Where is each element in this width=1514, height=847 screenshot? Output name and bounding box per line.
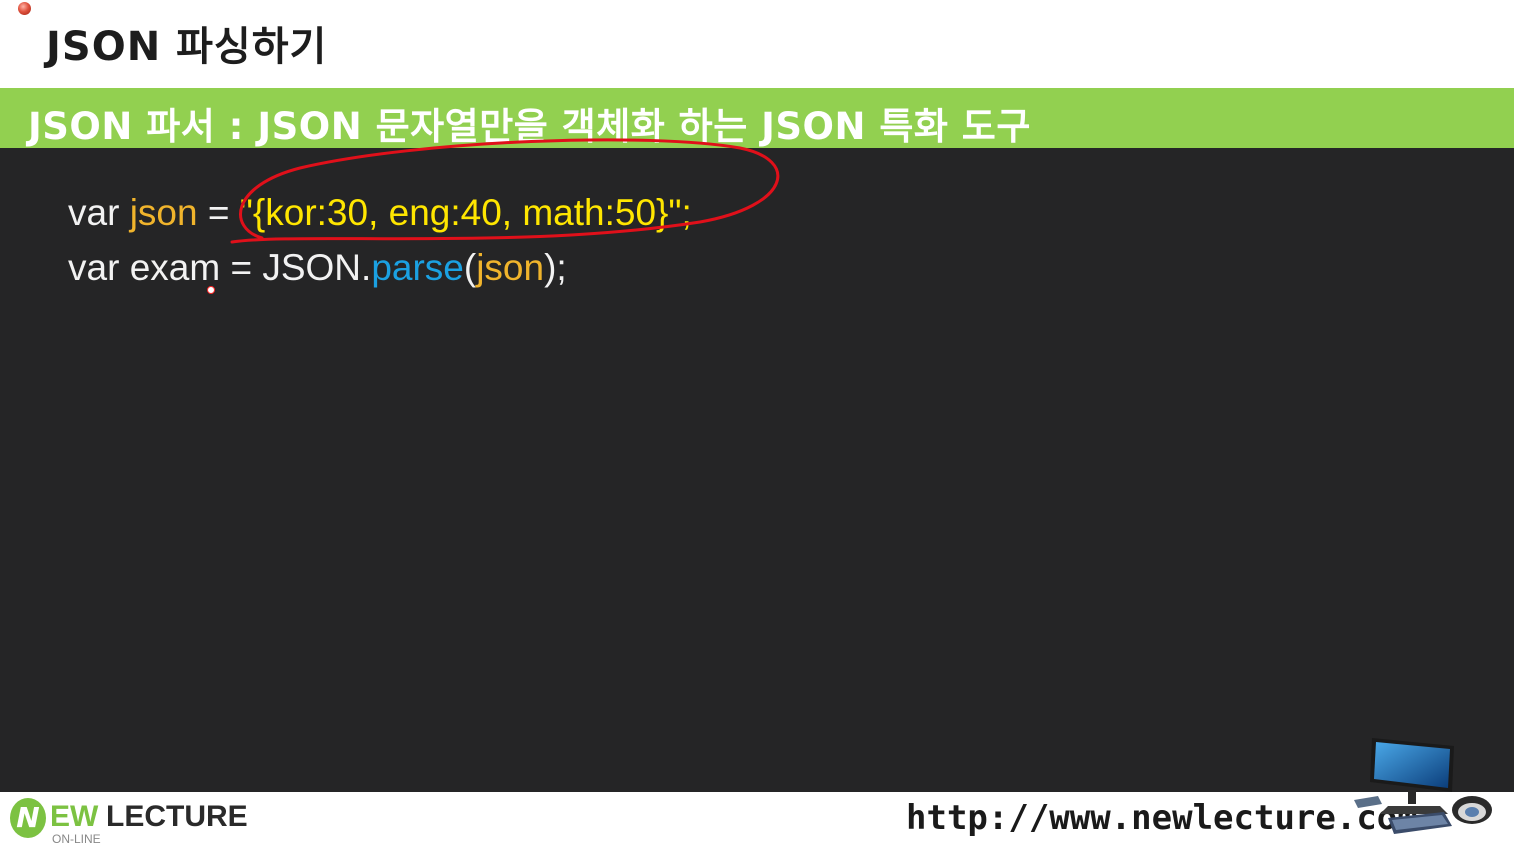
identifier-exam: exam <box>129 247 221 288</box>
keyword-var: var <box>68 247 120 288</box>
code-line-1: var json = "{kor:30, eng:40, math:50}"; <box>68 192 692 234</box>
code-line-2: var exam = JSON.parse(json); <box>68 247 567 289</box>
computer-illustration-icon <box>1354 738 1492 834</box>
footer: N EW LECTURE ON-LINE http://www.newlectu… <box>0 792 1514 847</box>
operator-assign: = <box>230 247 253 288</box>
operator-assign: = <box>207 192 230 233</box>
slide-subtitle: JSON 파서 : JSON 문자열만을 객체화 하는 JSON 특화 도구 <box>28 105 1031 148</box>
subtitle-bar: JSON 파서 : JSON 문자열만을 객체화 하는 JSON 특화 도구 <box>0 88 1514 148</box>
slide-title: JSON 파싱하기 <box>46 24 328 70</box>
slide: JSON 파싱하기 JSON 파서 : JSON 문자열만을 객체화 하는 JS… <box>0 0 1514 847</box>
keyword-var: var <box>68 192 120 233</box>
open-paren: ( <box>463 247 477 288</box>
close-paren: ); <box>544 247 567 288</box>
logo-n-mark: N <box>10 798 46 838</box>
identifier-json: json <box>129 192 198 233</box>
logo-lecture-text: LECTURE <box>106 800 248 833</box>
website-url[interactable]: http://www.newlecture.com <box>906 798 1418 838</box>
json-object: JSON. <box>262 247 372 288</box>
newlecture-logo[interactable]: N EW LECTURE ON-LINE <box>10 796 260 846</box>
cursor-marker <box>207 286 215 294</box>
argument-json: json <box>476 247 545 288</box>
logo-ew-text: EW <box>50 800 99 833</box>
logo-online-text: ON-LINE <box>52 832 101 846</box>
red-dot-icon <box>18 2 31 15</box>
code-block: var json = "{kor:30, eng:40, math:50}"; … <box>0 148 1514 792</box>
string-literal: "{kor:30, eng:40, math:50}"; <box>239 192 692 233</box>
method-parse: parse <box>371 247 464 288</box>
